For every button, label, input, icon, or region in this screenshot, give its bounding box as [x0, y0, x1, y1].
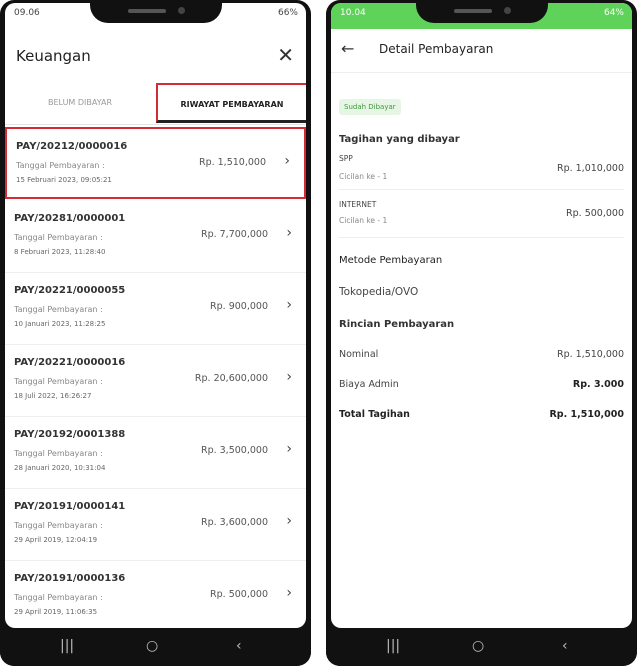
- payment-code: PAY/20191/0000141: [14, 501, 126, 512]
- chevron-right-icon: ›: [286, 441, 292, 457]
- divider: [339, 189, 624, 190]
- camera-notch: [416, 3, 548, 23]
- payment-amount: Rp. 3,500,000: [200, 445, 268, 456]
- payment-amount: Rp. 1,510,000: [198, 157, 266, 168]
- section-title-method: Metode Pembayaran: [339, 255, 443, 266]
- phone-frame-left: 09.06 66% Keuangan ✕ BELUM DIBAYAR RIWAY…: [0, 0, 311, 666]
- admin-fee-label: Biaya Admin: [339, 379, 399, 390]
- payment-code: PAY/20191/0000136: [14, 573, 126, 584]
- recent-apps-icon[interactable]: |||: [386, 638, 400, 654]
- camera-notch: [90, 3, 222, 23]
- payment-amount: Rp. 3,600,000: [200, 517, 268, 528]
- payment-amount: Rp. 500,000: [210, 589, 268, 600]
- home-icon[interactable]: ○: [146, 638, 158, 654]
- section-title-bills: Tagihan yang dibayar: [339, 134, 460, 145]
- status-badge: Sudah Dibayar: [339, 99, 401, 115]
- payment-date: 28 Januari 2020, 10:31:04: [14, 464, 106, 472]
- payment-method: Tokopedia/OVO: [339, 286, 419, 298]
- date-label: Tanggal Pembayaran :: [16, 161, 105, 170]
- system-nav-bar: ||| ○ ‹: [0, 628, 311, 666]
- admin-fee-value: Rp. 3.000: [572, 379, 624, 390]
- list-item[interactable]: PAY/20281/0000001 Tanggal Pembayaran : 8…: [5, 201, 306, 273]
- payment-amount: Rp. 20,600,000: [194, 373, 268, 384]
- payment-date: 29 April 2019, 11:06:35: [14, 608, 98, 616]
- section-title-detail: Rincian Pembayaran: [339, 319, 455, 330]
- list-item[interactable]: PAY/20212/0000016 Tanggal Pembayaran : 1…: [5, 127, 306, 199]
- home-icon[interactable]: ○: [472, 638, 484, 654]
- list-item[interactable]: PAY/20191/0000136 Tanggal Pembayaran : 2…: [5, 561, 306, 628]
- total-value: Rp. 1,510,000: [549, 409, 624, 420]
- date-label: Tanggal Pembayaran :: [14, 593, 103, 602]
- payment-code: PAY/20221/0000055: [14, 285, 126, 296]
- page-header: Keuangan ✕: [5, 39, 306, 75]
- list-item[interactable]: PAY/20221/0000016 Tanggal Pembayaran : 1…: [5, 345, 306, 417]
- nominal-label: Nominal: [339, 349, 379, 360]
- status-battery: 64%: [603, 8, 624, 18]
- page-title: Keuangan: [16, 47, 91, 65]
- screen-detail-pembayaran: 10.04 64% ← Detail Pembayaran Sudah Diba…: [331, 3, 632, 628]
- payment-date: 15 Februari 2023, 09:05:21: [16, 176, 112, 184]
- divider: [339, 237, 624, 238]
- nominal-value: Rp. 1,510,000: [556, 349, 624, 360]
- chevron-right-icon: ›: [286, 225, 292, 241]
- bill-amount: Rp. 1,010,000: [556, 163, 624, 174]
- payment-date: 29 April 2019, 12:04:19: [14, 536, 98, 544]
- chevron-right-icon: ›: [286, 369, 292, 385]
- bill-installment: Cicilan ke - 1: [339, 216, 388, 225]
- recent-apps-icon[interactable]: |||: [60, 638, 74, 654]
- payment-code: PAY/20221/0000016: [14, 357, 126, 368]
- payment-date: 18 Juli 2022, 16:26:27: [14, 392, 92, 400]
- chevron-right-icon: ›: [284, 153, 290, 169]
- date-label: Tanggal Pembayaran :: [14, 233, 103, 242]
- list-item[interactable]: PAY/20192/0001388 Tanggal Pembayaran : 2…: [5, 417, 306, 489]
- payment-date: 10 Januari 2023, 11:28:25: [14, 320, 106, 328]
- system-nav-bar: ||| ○ ‹: [326, 628, 637, 666]
- chevron-right-icon: ›: [286, 585, 292, 601]
- payment-amount: Rp. 900,000: [210, 301, 268, 312]
- bill-amount: Rp. 500,000: [566, 208, 624, 219]
- status-time: 10.04: [340, 8, 366, 18]
- payment-code: PAY/20192/0001388: [14, 429, 126, 440]
- payment-date: 8 Februari 2023, 11:28:40: [14, 248, 106, 256]
- tab-belum-dibayar[interactable]: BELUM DIBAYAR: [5, 83, 155, 123]
- screen-keuangan: 09.06 66% Keuangan ✕ BELUM DIBAYAR RIWAY…: [5, 3, 306, 628]
- payment-code: PAY/20281/0000001: [14, 213, 126, 224]
- date-label: Tanggal Pembayaran :: [14, 521, 103, 530]
- close-icon[interactable]: ✕: [277, 43, 294, 67]
- payment-amount: Rp. 7,700,000: [200, 229, 268, 240]
- list-item[interactable]: PAY/20221/0000055 Tanggal Pembayaran : 1…: [5, 273, 306, 345]
- status-battery: 66%: [277, 8, 298, 18]
- bill-name: INTERNET: [339, 200, 377, 209]
- tab-riwayat-pembayaran[interactable]: RIWAYAT PEMBAYARAN: [156, 83, 306, 123]
- page-header: ← Detail Pembayaran: [331, 29, 632, 73]
- page-title: Detail Pembayaran: [379, 42, 494, 56]
- chevron-right-icon: ›: [286, 297, 292, 313]
- chevron-right-icon: ›: [286, 513, 292, 529]
- date-label: Tanggal Pembayaran :: [14, 377, 103, 386]
- bill-name: SPP: [339, 154, 353, 163]
- bill-installment: Cicilan ke - 1: [339, 172, 388, 181]
- back-nav-icon[interactable]: ‹: [562, 638, 568, 654]
- phone-frame-right: 10.04 64% ← Detail Pembayaran Sudah Diba…: [326, 0, 637, 666]
- date-label: Tanggal Pembayaran :: [14, 305, 103, 314]
- payment-code: PAY/20212/0000016: [16, 141, 128, 152]
- tab-bar: BELUM DIBAYAR RIWAYAT PEMBAYARAN: [5, 83, 306, 125]
- status-time: 09.06: [14, 8, 40, 18]
- arrow-left-icon[interactable]: ←: [341, 39, 354, 58]
- total-label: Total Tagihan: [339, 409, 410, 420]
- date-label: Tanggal Pembayaran :: [14, 449, 103, 458]
- list-item[interactable]: PAY/20191/0000141 Tanggal Pembayaran : 2…: [5, 489, 306, 561]
- back-nav-icon[interactable]: ‹: [236, 638, 242, 654]
